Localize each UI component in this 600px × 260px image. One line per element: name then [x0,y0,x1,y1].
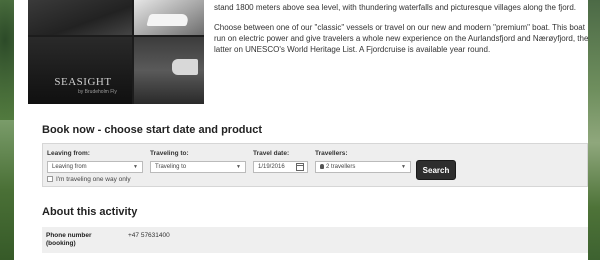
traveling-to-value: Traveling to [155,164,187,170]
photo-boat-side [134,0,204,35]
leaving-from-value: Leaving from [52,164,87,170]
description-paragraph-2: Choose between one of our "classic" vess… [214,23,589,54]
one-way-checkbox[interactable] [47,176,53,182]
traveling-to-select[interactable]: Traveling to ▼ [150,161,246,173]
phone-number-label: Phone number (booking) [46,232,92,247]
boat-shape [172,59,198,75]
seasight-logo-sub: by Brudeholm Fly [78,89,117,95]
travellers-value: 2 travellers [326,164,356,170]
leaving-from-select[interactable]: Leaving from ▼ [47,161,143,173]
chevron-down-icon: ▼ [401,164,406,170]
one-way-label: I'm traveling one way only [56,176,131,183]
travellers-select[interactable]: 2 travellers ▼ [315,161,411,173]
leaving-from-label: Leaving from: [47,150,90,157]
travel-date-value: 1/19/2016 [258,164,285,170]
calendar-icon[interactable] [296,163,304,171]
chevron-down-icon: ▼ [133,164,138,170]
photo-boat-bow [134,37,204,104]
one-way-option[interactable]: I'm traveling one way only [47,176,131,183]
booking-title: Book now - choose start date and product [42,124,263,136]
traveling-to-label: Traveling to: [150,150,189,157]
chevron-down-icon: ▼ [236,164,241,170]
phone-number-value[interactable]: +47 57631400 [128,232,170,239]
travel-date-input[interactable]: 1/19/2016 [253,161,308,173]
seasight-logo: SEASIGHT [54,76,112,88]
boat-shape [146,14,190,26]
photo-boat-exterior [28,0,132,35]
booking-form: Leaving from: Leaving from ▼ Traveling t… [42,143,588,187]
image-collage[interactable]: SEASIGHT by Brudeholm Fly [28,0,204,104]
info-row-phone: Phone number (booking) +47 57631400 [42,227,588,253]
about-title: About this activity [42,206,138,218]
travel-date-label: Travel date: [253,150,290,157]
description-paragraph-1: stand 1800 meters above sea level, with … [214,3,576,12]
person-icon [320,164,324,169]
search-button[interactable]: Search [416,160,456,180]
travellers-label: Travellers: [315,150,348,157]
content-page: SEASIGHT by Brudeholm Fly stand 1800 met… [14,0,588,260]
